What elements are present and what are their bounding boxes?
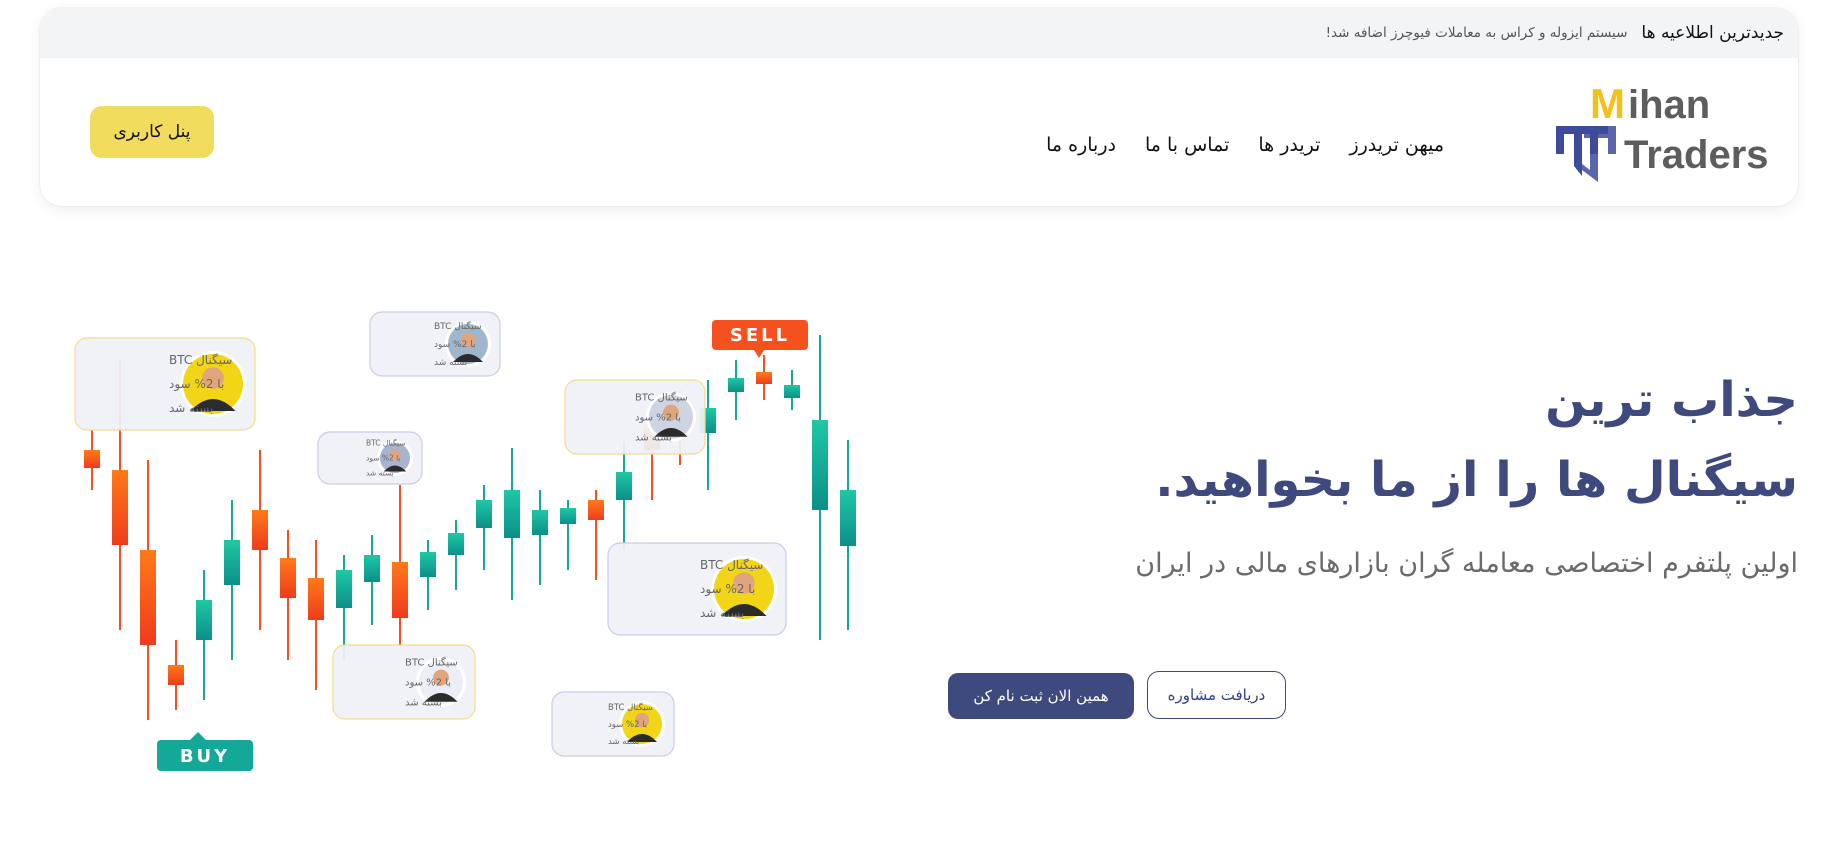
candle-body bbox=[168, 665, 184, 685]
candle-body bbox=[308, 578, 324, 620]
signal-card-text: بسته شد bbox=[608, 737, 639, 747]
main-nav: میهن تریدرز تریدر ها تماس با ما درباره م… bbox=[1046, 134, 1444, 156]
signal-card-text: بسته شد bbox=[169, 401, 213, 415]
candle-body bbox=[756, 372, 772, 384]
signal-card-text: سیگنال BTC bbox=[169, 353, 232, 367]
candle-body bbox=[252, 510, 268, 550]
signal-card: سیگنال BTC با 2% سود بسته شد bbox=[564, 379, 706, 455]
nav-item-about[interactable]: درباره ما bbox=[1046, 134, 1116, 156]
get-consultation-button[interactable]: دریافت مشاوره bbox=[1147, 671, 1286, 719]
signal-card-text: سیگنال BTC bbox=[635, 392, 688, 404]
signal-card-text: سیگنال BTC bbox=[700, 558, 763, 572]
site-logo[interactable]: M ihan Traders bbox=[1554, 78, 1776, 190]
signal-card-text: با 2% سود bbox=[635, 413, 681, 424]
signal-card-text: با 2% سود bbox=[366, 454, 401, 463]
candle-body bbox=[392, 562, 408, 618]
candle-body bbox=[336, 570, 352, 608]
logo-ihan: ihan bbox=[1628, 83, 1710, 127]
candle-body bbox=[560, 508, 576, 524]
announcement-bar: جدیدترین اطلاعیه ها سیستم ایزوله و کراس … bbox=[40, 8, 1798, 58]
nav-item-mihan-traders[interactable]: میهن تریدرز bbox=[1349, 134, 1444, 156]
signal-card: سیگنال BTC با 2% سود بسته شد bbox=[551, 691, 675, 757]
announcement-text[interactable]: سیستم ایزوله و کراس به معاملات فیوچرز اض… bbox=[1326, 25, 1628, 41]
signal-cards: سیگنال BTC با 2% سود بسته شد سیگنال BTC با 2… bbox=[74, 311, 787, 757]
signal-card-text: سیگنال BTC bbox=[434, 320, 482, 332]
sell-marker: SELL bbox=[712, 320, 808, 358]
candle-body bbox=[812, 420, 828, 510]
candle-body bbox=[728, 378, 744, 392]
buy-label: BUY bbox=[180, 746, 230, 767]
signal-card-text: با 2% سود bbox=[434, 340, 475, 350]
hero-title-line1: جذاب ترین bbox=[1545, 372, 1798, 428]
user-panel-button[interactable]: پنل کاربری bbox=[90, 106, 214, 158]
candle-body bbox=[476, 500, 492, 528]
signal-card-text: بسته شد bbox=[434, 358, 467, 368]
candle-body bbox=[840, 490, 856, 546]
signal-card-text: با 2% سود bbox=[700, 582, 755, 597]
nav-item-contact[interactable]: تماس با ما bbox=[1145, 134, 1229, 156]
candle-body bbox=[532, 510, 548, 535]
candle-body bbox=[280, 558, 296, 598]
candle-body bbox=[196, 600, 212, 640]
signal-card: سیگنال BTC با 2% سود بسته شد bbox=[74, 337, 256, 431]
candle-body bbox=[588, 500, 604, 520]
candle-body bbox=[364, 555, 380, 582]
header-card: جدیدترین اطلاعیه ها سیستم ایزوله و کراس … bbox=[40, 8, 1798, 206]
hero-title-line2: سیگنال ها را از ما بخواهید. bbox=[1155, 452, 1798, 508]
signal-card-text: بسته شد bbox=[700, 606, 744, 620]
trading-illustration: SELL BUY سیگنال BTCبا 2% سودبسته شدسیگنا… bbox=[74, 311, 856, 771]
signal-card: سیگنال BTC با 2% سود بسته شد bbox=[369, 311, 501, 377]
logo-m: M bbox=[1590, 80, 1625, 127]
signal-card-text: با 2% سود bbox=[169, 377, 224, 392]
candle-body bbox=[784, 385, 800, 398]
signal-card-text: بسته شد bbox=[405, 698, 442, 709]
candle-body bbox=[616, 472, 632, 500]
hero-title: جذاب ترین سیگنال ها را از ما بخواهید. bbox=[1155, 360, 1798, 520]
candle-body bbox=[112, 470, 128, 545]
nav-item-traders[interactable]: تریدر ها bbox=[1258, 134, 1320, 156]
buy-marker: BUY bbox=[157, 732, 253, 771]
signal-card: سیگنال BTC با 2% سود بسته شد bbox=[317, 431, 423, 485]
signal-card-text: سیگنال BTC bbox=[608, 702, 653, 713]
candle-body bbox=[420, 552, 436, 577]
candle-body bbox=[448, 533, 464, 555]
signal-card-text: سیگنال BTC bbox=[405, 657, 458, 669]
signal-card-text: با 2% سود bbox=[608, 720, 647, 730]
signal-card-text: با 2% سود bbox=[405, 678, 451, 689]
signal-card: سیگنال BTC با 2% سود بسته شد bbox=[607, 542, 787, 636]
register-now-button[interactable]: همین الان ثبت نام کن bbox=[948, 673, 1134, 719]
candle-body bbox=[140, 550, 156, 645]
signal-card-text: بسته شد bbox=[635, 433, 672, 444]
hero-subtitle: اولین پلتفرم اختصاصی معامله گران بازارها… bbox=[1135, 548, 1798, 579]
candle-body bbox=[84, 450, 100, 468]
signal-card-text: سیگنال BTC bbox=[366, 439, 406, 448]
signal-card: سیگنال BTC با 2% سود بسته شد bbox=[332, 644, 476, 720]
sell-label: SELL bbox=[730, 325, 790, 346]
logo-traders: Traders bbox=[1624, 133, 1769, 177]
candle-body bbox=[504, 490, 520, 538]
candle-body bbox=[224, 540, 240, 585]
announcement-title: جدیدترین اطلاعیه ها bbox=[1641, 23, 1784, 43]
signal-card-text: بسته شد bbox=[366, 469, 394, 478]
